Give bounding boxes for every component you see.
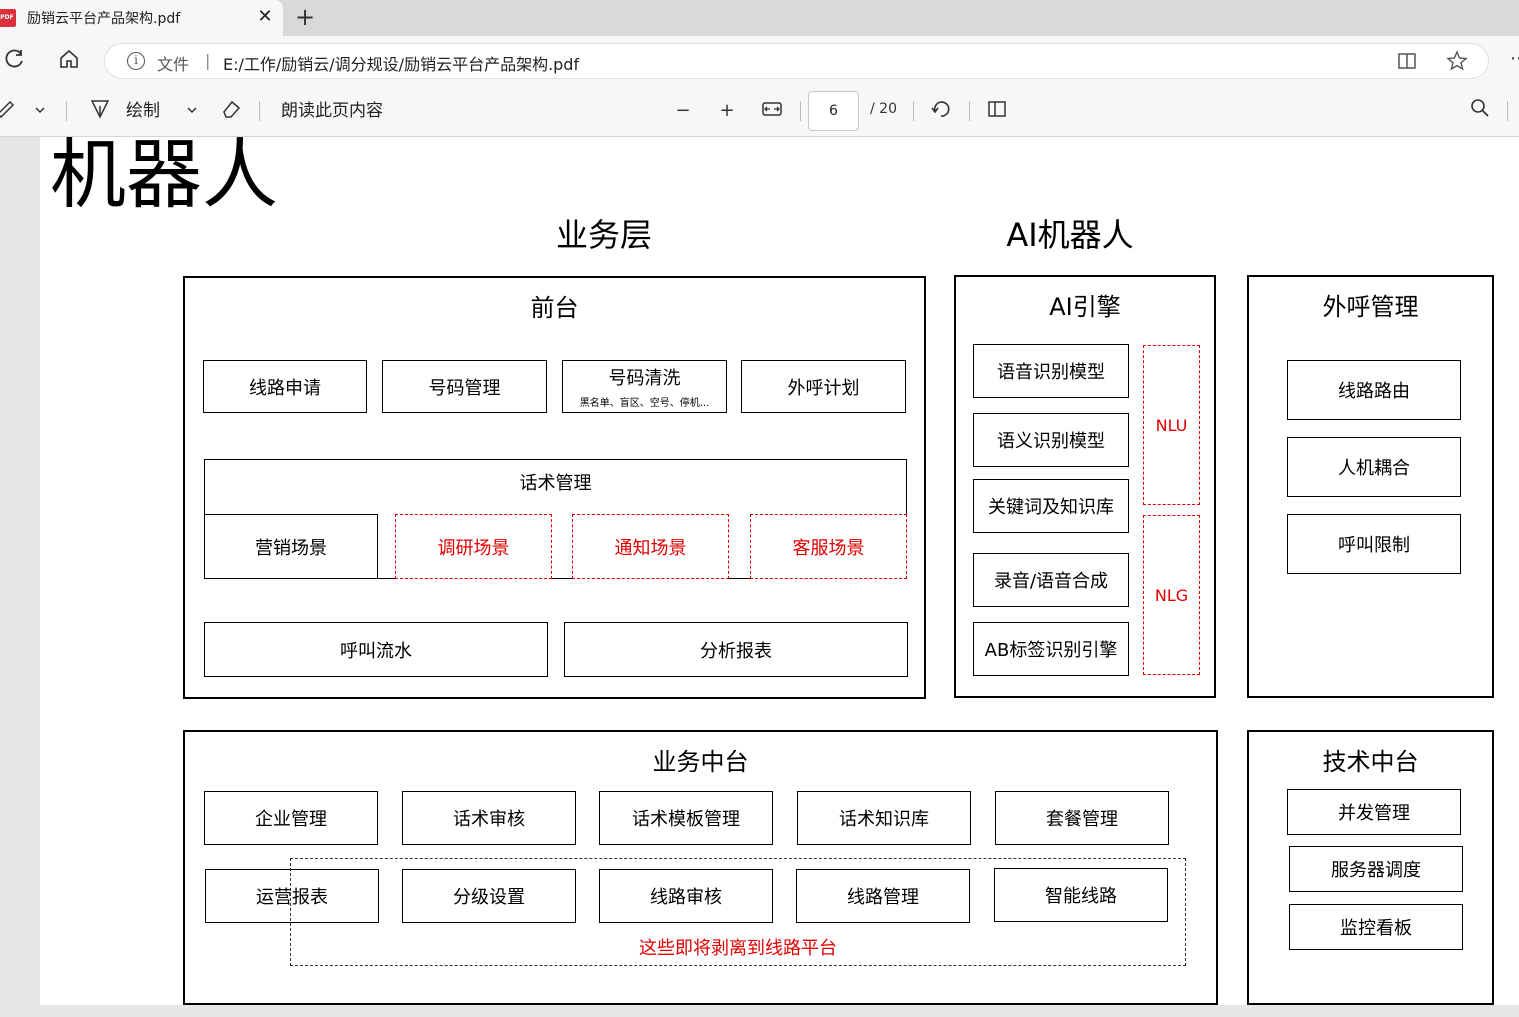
number-clean-label: 号码清洗 [608,368,681,389]
concurrency-box: 并发管理 [1287,789,1461,835]
nlu-group: NLU [1143,345,1200,505]
zoom-out-icon[interactable]: − [671,98,695,124]
call-limit-box: 呼叫限制 [1287,514,1461,574]
tech-middle-title: 技术中台 [1322,748,1419,776]
number-clean-box: 号码清洗 黑名单、盲区、空号、停机... [562,360,727,413]
fit-width-icon[interactable] [760,98,784,124]
address-input[interactable]: i 文件 | E:/工作/励销云/调分规设/励销云平台产品架构.pdf [104,43,1489,79]
business-layer-title: 业务层 [555,216,652,254]
search-icon[interactable] [1468,98,1492,124]
pdf-page: 机器人 业务层 AI机器人 前台 线路申请 号码管理 号码清洗 黑名单、盲区、空… [40,137,1519,1005]
eraser-icon[interactable] [219,98,243,124]
script-template-box: 话术模板管理 [599,791,773,845]
page-number-input[interactable]: 6 [808,91,859,131]
front-title: 前台 [530,294,579,322]
biz-middle-title: 业务中台 [652,748,749,776]
browser-tab[interactable]: PDF 励销云平台产品架构.pdf ✕ [0,0,283,36]
script-mgmt-title: 话术管理 [519,473,592,494]
tts-box: 录音/语音合成 [973,553,1129,607]
read-aloud-button[interactable]: 朗读此页内容 [281,98,383,124]
analysis-report-box: 分析报表 [564,622,908,677]
info-icon[interactable]: i [127,52,145,70]
enterprise-mgmt-box: 企业管理 [204,791,378,845]
address-separator: | [205,51,211,70]
nlg-group: NLG [1143,515,1200,675]
server-dispatch-box: 服务器调度 [1289,846,1463,892]
toolbar-divider [1507,101,1508,121]
scheme-label: 文件 [157,55,190,74]
pdf-viewer[interactable]: 机器人 业务层 AI机器人 前台 线路申请 号码管理 号码清洗 黑名单、盲区、空… [0,137,1519,1017]
service-scene-box: 客服场景 [750,514,907,579]
address-bar: i 文件 | E:/工作/励销云/调分规设/励销云平台产品架构.pdf ⋯ [0,36,1519,86]
refresh-icon[interactable] [2,48,28,74]
slide-title: 机器人 [50,137,278,219]
ab-tag-engine-box: AB标签识别引擎 [973,622,1129,676]
outbound-plan-box: 外呼计划 [741,360,906,413]
outbound-title: 外呼管理 [1322,293,1419,321]
ai-engine-title: AI引擎 [1049,293,1121,321]
line-route-box: 线路路由 [1287,360,1461,420]
number-clean-sub: 黑名单、盲区、空号、停机... [579,398,710,409]
rotate-icon[interactable] [929,98,953,124]
tab-title: 励销云平台产品架构.pdf [27,11,181,27]
home-icon[interactable] [56,48,82,74]
highlight-icon[interactable] [0,98,18,124]
url-text[interactable]: E:/工作/励销云/调分规设/励销云平台产品架构.pdf [223,51,579,75]
reading-view-icon[interactable] [1395,50,1419,74]
page-total: / 20 [870,101,897,117]
chevron-down-icon[interactable] [28,98,52,124]
page-view-icon[interactable] [985,98,1009,124]
toolbar-divider [969,101,970,121]
human-ai-box: 人机耦合 [1287,437,1461,497]
call-log-box: 呼叫流水 [204,622,548,677]
asr-model-box: 语音识别模型 [973,344,1129,398]
notice-scene-box: 通知场景 [572,514,729,579]
draw-button[interactable]: 绘制 [126,98,160,124]
marketing-scene-box: 营销场景 [204,514,378,579]
pdf-file-icon: PDF [0,9,16,27]
draw-options-chevron-icon[interactable] [180,98,204,124]
toolbar-divider [66,101,67,121]
favorite-star-icon[interactable] [1445,50,1469,74]
monitor-board-box: 监控看板 [1289,904,1463,950]
script-kb-box: 话术知识库 [797,791,971,845]
package-mgmt-box: 套餐管理 [995,791,1169,845]
tab-close-icon[interactable]: ✕ [256,6,274,28]
zoom-in-icon[interactable]: + [715,98,739,124]
script-review-box: 话术审核 [402,791,576,845]
draw-icon[interactable] [88,98,112,124]
semantic-model-box: 语义识别模型 [973,413,1129,467]
tab-bar: PDF 励销云平台产品架构.pdf ✕ + [0,0,1519,36]
survey-scene-box: 调研场景 [395,514,552,579]
more-icon[interactable]: ⋯ [1510,48,1519,69]
keyword-kb-box: 关键词及知识库 [973,479,1129,533]
ai-robot-title: AI机器人 [1006,216,1134,254]
toolbar-divider [800,101,801,121]
number-mgmt-box: 号码管理 [382,360,547,413]
toolbar-divider [259,101,260,121]
pdf-toolbar: 绘制 朗读此页内容 − + 6 / 20 [0,86,1519,137]
separation-note: 这些即将剥离到线路平台 [639,938,837,959]
toolbar-divider [913,101,914,121]
new-tab-button[interactable]: + [294,3,316,31]
line-apply-box: 线路申请 [203,360,367,413]
